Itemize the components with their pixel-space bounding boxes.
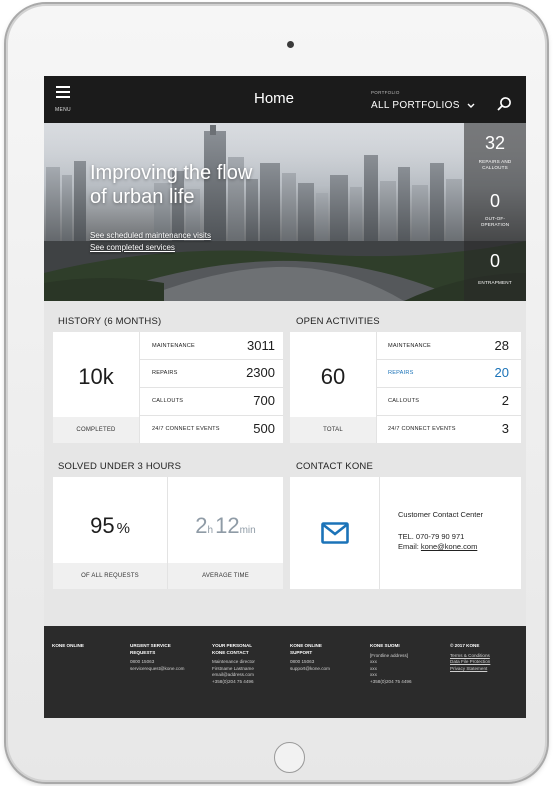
history-connect-events-value: 500	[253, 421, 275, 436]
open-maintenance-value: 28	[494, 338, 509, 353]
page-title: Home	[254, 90, 295, 107]
history-card[interactable]: 10k COMPLETED MAINTENANCE 3011 REPAIRS 2…	[53, 332, 283, 443]
history-callouts-label: CALLOUTS	[152, 398, 184, 404]
portfolio-label: PORTFOLIO	[371, 90, 400, 95]
contact-email-link[interactable]: kone@kone.com	[421, 542, 477, 551]
hero-title-line2: of urban life	[90, 186, 195, 208]
footer: KONE ONLINE URGENT SERVICE REQUESTS 0800 …	[44, 626, 526, 718]
open-activities-section-title: OPEN ACTIVITIES	[296, 316, 380, 327]
open-total-value: 60	[320, 364, 346, 389]
status-panel: 32 REPAIRS AND CALLOUTS 0 OUT-OF- OPERAT…	[464, 123, 526, 301]
footer-urgent-service: URGENT SERVICE REQUESTS 0800 15063 servic…	[130, 643, 185, 671]
city-skyline-image	[44, 123, 526, 301]
history-maintenance-label: MAINTENANCE	[152, 343, 195, 349]
history-repairs-value: 2300	[246, 365, 275, 380]
solved-percent-label: OF ALL REQUESTS	[53, 563, 167, 589]
repairs-callouts-count[interactable]: 32	[464, 133, 526, 154]
footer-kone-suomi: KONE SUOMI [Frontline address] xxx xxx x…	[370, 643, 412, 684]
contact-heading: Customer Contact Center	[398, 510, 484, 519]
history-callouts-value: 700	[253, 393, 275, 408]
chevron-down-icon[interactable]	[466, 100, 476, 110]
scheduled-maintenance-link[interactable]: See scheduled maintenance visits	[90, 231, 211, 240]
open-connect-events-label: 24/7 CONNECT EVENTS	[388, 426, 456, 432]
open-activities-card[interactable]: 60 TOTAL MAINTENANCE 28 REPAIRS 20 CALLO…	[290, 332, 521, 443]
out-of-operation-label: OUT-OF- OPERATION	[480, 216, 510, 227]
entrapment-label: ENTRAPMENT	[478, 280, 512, 285]
app-screen: MENU Home PORTFOLIO ALL PORTFOLIOS Impro…	[44, 76, 526, 718]
history-repairs-label: REPAIRS	[152, 370, 178, 376]
terms-link[interactable]: Terms & Conditions	[450, 653, 490, 660]
data-protection-link[interactable]: Data File Protection	[450, 659, 490, 666]
solved-section-title: SOLVED UNDER 3 HOURS	[58, 461, 182, 472]
contact-card: Customer Contact Center TEL. 070-79 90 9…	[290, 477, 521, 589]
contact-section-title: CONTACT KONE	[296, 461, 373, 472]
repairs-callouts-label: REPAIRS AND CALLOUTS	[478, 159, 512, 170]
history-maintenance-value: 3011	[247, 338, 275, 353]
footer-kone-online: KONE ONLINE	[52, 643, 84, 648]
completed-services-link[interactable]: See completed services	[90, 243, 175, 252]
home-button[interactable]	[274, 742, 305, 773]
search-icon[interactable]	[496, 96, 512, 112]
open-maintenance-label: MAINTENANCE	[388, 343, 431, 349]
menu-label: MENU	[55, 107, 71, 113]
entrapment-count[interactable]: 0	[464, 251, 526, 272]
contact-email-prefix: Email:	[398, 542, 421, 551]
history-completed-value: 10k	[78, 364, 114, 389]
open-connect-events-value: 3	[501, 421, 509, 436]
footer-personal-contact: YOUR PERSONAL KONE CONTACT Maintenance di…	[212, 643, 255, 684]
history-section-title: HISTORY (6 MONTHS)	[58, 316, 162, 327]
privacy-link[interactable]: Privacy Statement	[450, 666, 490, 673]
hero-title: Improving the flow of urban life	[90, 161, 310, 209]
solved-percent: 95%	[90, 513, 130, 538]
hero-banner: Improving the flow of urban life See sch…	[44, 123, 526, 301]
history-completed-label: COMPLETED	[53, 417, 139, 443]
open-callouts-value: 2	[501, 393, 509, 408]
open-total-label: TOTAL	[290, 417, 376, 443]
average-time-label: AVERAGE TIME	[168, 563, 283, 589]
out-of-operation-count[interactable]: 0	[464, 191, 526, 212]
open-callouts-label: CALLOUTS	[388, 398, 420, 404]
contact-email-line: Email: kone@kone.com	[398, 542, 477, 551]
menu-button[interactable]: MENU	[54, 86, 76, 116]
open-repairs-value[interactable]: 20	[450, 365, 509, 380]
camera	[287, 41, 294, 48]
footer-online-support: KONE ONLINE SUPPORT 0800 15063 support@ko…	[290, 643, 330, 671]
open-repairs-label[interactable]: REPAIRS	[388, 370, 414, 376]
contact-phone[interactable]: TEL. 070-79 90 971	[398, 532, 464, 541]
hero-title-line1: Improving the flow	[90, 162, 253, 184]
history-connect-events-label: 24/7 CONNECT EVENTS	[152, 426, 220, 432]
solved-card[interactable]: 95% OF ALL REQUESTS 2h12min AVERAGE TIME	[53, 477, 283, 589]
footer-legal: © 2017 KONE Terms & Conditions Data File…	[450, 643, 491, 673]
portfolio-dropdown[interactable]: ALL PORTFOLIOS	[371, 100, 460, 111]
average-time-value: 2h12min	[195, 513, 256, 538]
top-bar: MENU Home PORTFOLIO ALL PORTFOLIOS	[44, 76, 526, 123]
mail-icon[interactable]	[321, 522, 349, 544]
